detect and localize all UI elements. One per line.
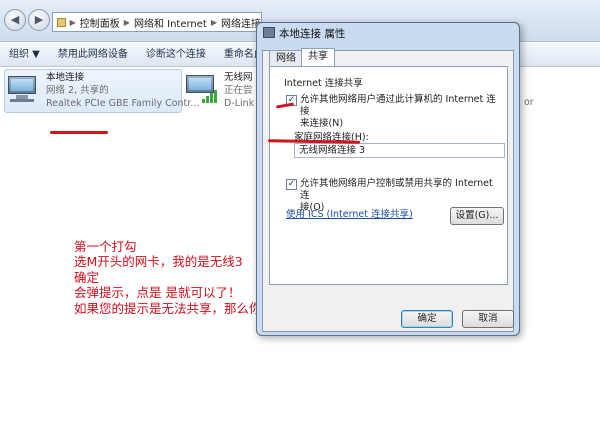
connection-status: 网络 2, 共享的 — [46, 85, 109, 96]
network-adapter-icon — [263, 27, 275, 38]
red-underline-annotation — [50, 131, 108, 134]
ics-help-link[interactable]: 使用 ICS (Internet 连接共享) — [286, 206, 413, 220]
home-network-select[interactable]: 无线网络连接 3 — [294, 143, 505, 158]
settings-button[interactable]: 设置(G)... — [450, 207, 504, 225]
allow-control-checkbox[interactable]: ✓ — [286, 179, 297, 190]
sharing-tab-page: Internet 连接共享 ✓ 允许其他网络用户通过此计算机的 Internet… — [269, 66, 508, 285]
connection-name: 本地连接 — [46, 72, 85, 83]
connection-item-wireless[interactable]: 无线网 正在尝 D-Link — [184, 71, 254, 110]
chevron-right-icon: ▶ — [210, 17, 217, 27]
local-connection-properties-dialog: 本地连接 属性 网络 共享 Internet 连接共享 ✓ 允许其他网络用户通过… — [256, 22, 520, 336]
folder-icon — [57, 17, 66, 27]
wireless-network-icon — [184, 71, 218, 105]
address-breadcrumb[interactable]: ▶ 控制面板 ▶ 网络和 Internet ▶ 网络连接 — [52, 12, 262, 32]
allow-share-label[interactable]: 允许其他网络用户通过此计算机的 Internet 连接 来连接(N) — [300, 94, 505, 130]
connection-item-local[interactable]: 本地连接 网络 2, 共享的 Realtek PCIe GBE Family C… — [6, 71, 199, 110]
chevron-right-icon: ▶ — [69, 17, 76, 27]
connection-adapter-tail: or — [524, 97, 534, 108]
breadcrumb-control-panel[interactable]: 控制面板 — [80, 15, 120, 30]
cancel-button[interactable]: 取消 — [462, 310, 514, 328]
connection-adapter: Realtek PCIe GBE Family Contr... — [46, 98, 200, 109]
chevron-right-icon: ▶ — [123, 17, 130, 27]
connection-adapter: D-Link — [224, 98, 255, 109]
organize-menu[interactable]: 组织 ▼ — [0, 43, 49, 66]
disable-device-button[interactable]: 禁用此网络设备 — [49, 43, 137, 66]
connection-name: 无线网 — [224, 72, 253, 83]
allow-control-label-line1: 允许其他网络用户控制或禁用共享的 Internet 连 — [300, 178, 493, 201]
breadcrumb-network-internet[interactable]: 网络和 Internet — [134, 15, 207, 30]
ok-button[interactable]: 确定 — [401, 310, 453, 328]
wired-network-icon — [6, 71, 40, 105]
dialog-body: 网络 共享 Internet 连接共享 ✓ 允许其他网络用户通过此计算机的 In… — [262, 48, 514, 332]
diagnose-button[interactable]: 诊断这个连接 — [137, 43, 215, 66]
connection-status: 正在尝 — [224, 85, 253, 96]
tab-sharing[interactable]: 共享 — [301, 48, 335, 68]
breadcrumb-network-connections[interactable]: 网络连接 — [221, 15, 261, 30]
dialog-title: 本地连接 属性 — [279, 28, 346, 40]
ics-group-label: Internet 连接共享 — [284, 78, 363, 89]
allow-share-label-line1: 允许其他网络用户通过此计算机的 Internet 连接 — [300, 94, 496, 117]
back-arrow-icon[interactable]: ◀ — [4, 9, 26, 31]
tab-network[interactable]: 网络 — [269, 50, 303, 67]
forward-arrow-icon[interactable]: ▶ — [28, 9, 50, 31]
